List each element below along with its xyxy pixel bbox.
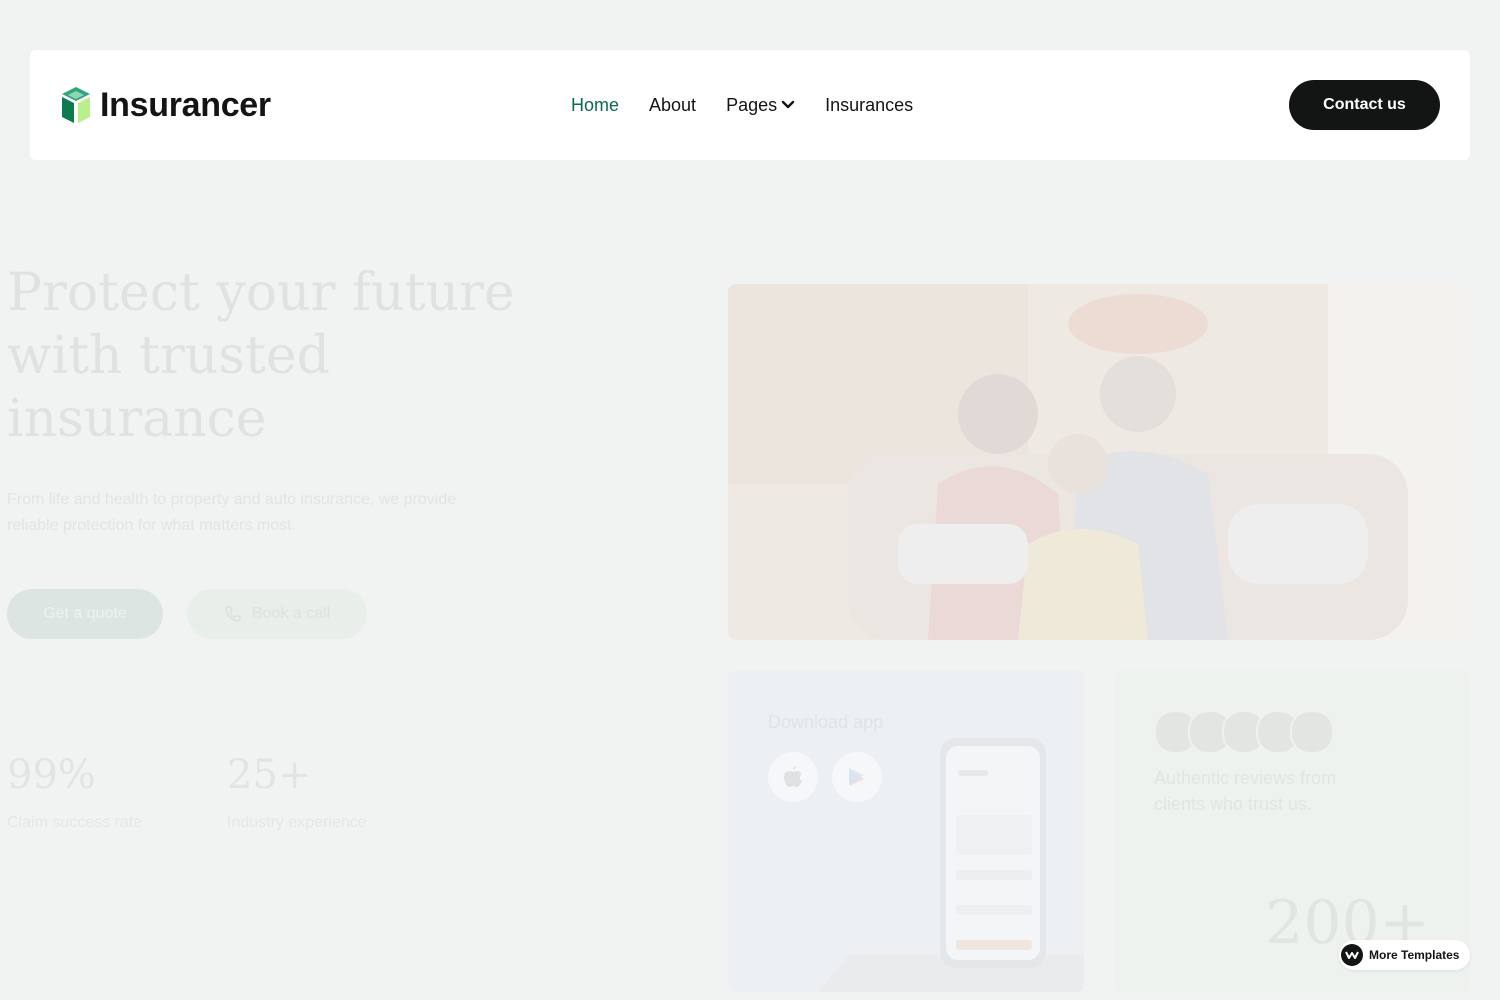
more-templates-label: More Templates xyxy=(1369,948,1460,962)
avatar-group xyxy=(1154,710,1334,754)
phone-icon xyxy=(225,606,241,622)
avatar xyxy=(1290,710,1334,754)
logo[interactable]: Insurancer xyxy=(60,85,271,125)
logo-text: Insurancer xyxy=(100,85,271,124)
hero-image xyxy=(728,284,1470,640)
get-quote-button[interactable]: Get a quote xyxy=(7,589,163,639)
contact-button[interactable]: Contact us xyxy=(1289,80,1440,130)
site-header: Insurancer Home About Pages Insurances C… xyxy=(30,50,1470,160)
webflow-icon xyxy=(1341,944,1363,966)
more-templates-badge[interactable]: More Templates xyxy=(1339,940,1470,970)
logo-icon xyxy=(62,87,90,123)
nav-pages-label: Pages xyxy=(726,94,778,115)
family-photo xyxy=(728,284,1470,640)
book-call-label: Book a call xyxy=(251,605,331,622)
book-call-button[interactable]: Book a call xyxy=(187,589,367,639)
main-nav: Home About Pages Insurances xyxy=(571,50,913,160)
reviews-text: Authentic reviews from clients who trust… xyxy=(1154,768,1337,814)
nav-home[interactable]: Home xyxy=(571,95,619,116)
stat-value: 25+ xyxy=(227,752,312,798)
download-app-card: Download app xyxy=(728,670,1084,992)
stat-value: 99% xyxy=(7,752,96,798)
stat-claim: 99% Claim success rate xyxy=(7,752,142,832)
nav-insurances[interactable]: Insurances xyxy=(825,95,913,116)
hero-title: Protect your future with trusted insuran… xyxy=(7,263,515,449)
stat-label: Claim success rate xyxy=(7,814,143,831)
nav-about[interactable]: About xyxy=(649,95,696,116)
stat-experience: 25+ Industry experience xyxy=(227,752,367,832)
chevron-down-icon xyxy=(781,100,795,109)
hero-subtitle: From life and health to property and aut… xyxy=(7,491,457,534)
nav-pages[interactable]: Pages xyxy=(726,95,795,116)
stat-label: Industry experience xyxy=(227,814,367,831)
phone-mockup xyxy=(818,738,1084,992)
